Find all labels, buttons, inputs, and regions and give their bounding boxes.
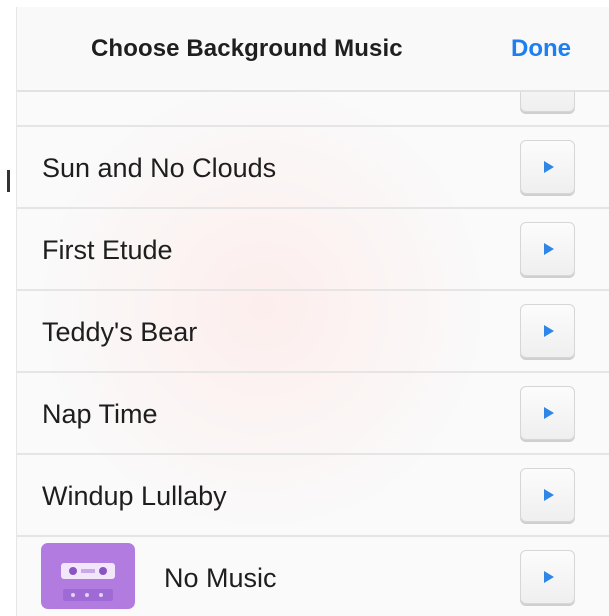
play-button[interactable] [520,140,575,194]
cassette-icon [41,543,135,609]
list-item[interactable]: Sun and No Clouds [17,127,609,209]
track-label: No Music [164,563,277,593]
track-label: Windup Lullaby [42,481,227,511]
list-item[interactable]: Teddy's Bear [17,291,609,373]
edge-mark [7,170,10,192]
play-icon [544,161,554,173]
play-icon [544,489,554,501]
cassette-base [63,589,113,601]
navigation-bar: Choose Background Music Done [17,7,609,92]
cassette-window [61,563,115,579]
track-label: Teddy's Bear [42,317,198,347]
tape [81,569,95,573]
play-button[interactable] [520,304,575,358]
play-button[interactable] [520,550,575,604]
play-button[interactable] [520,468,575,522]
play-icon [544,407,554,419]
track-label: Sun and No Clouds [42,153,277,183]
list-item[interactable]: Nap Time [17,373,609,455]
list-item[interactable]: No Music [17,537,609,616]
track-label: First Etude [42,235,173,265]
play-icon [544,571,554,583]
page-title: Choose Background Music [91,35,403,62]
cassette-dot [71,593,75,597]
play-button[interactable] [520,222,575,276]
reel-right [99,567,107,575]
play-icon [544,325,554,337]
list-item[interactable]: Windup Lullaby [17,455,609,537]
header-divider [17,90,609,92]
play-icon [544,243,554,255]
done-button[interactable]: Done [511,35,571,63]
play-button[interactable] [520,386,575,440]
reel-left [69,567,77,575]
track-label: Nap Time [42,399,158,429]
list-item[interactable]: First Etude [17,209,609,291]
cassette-dot [99,593,103,597]
music-list: Sun and No Clouds First Etude Teddy's Be… [17,45,609,616]
background-music-picker: Sun and No Clouds First Etude Teddy's Be… [16,7,609,616]
cassette-dot [85,593,89,597]
